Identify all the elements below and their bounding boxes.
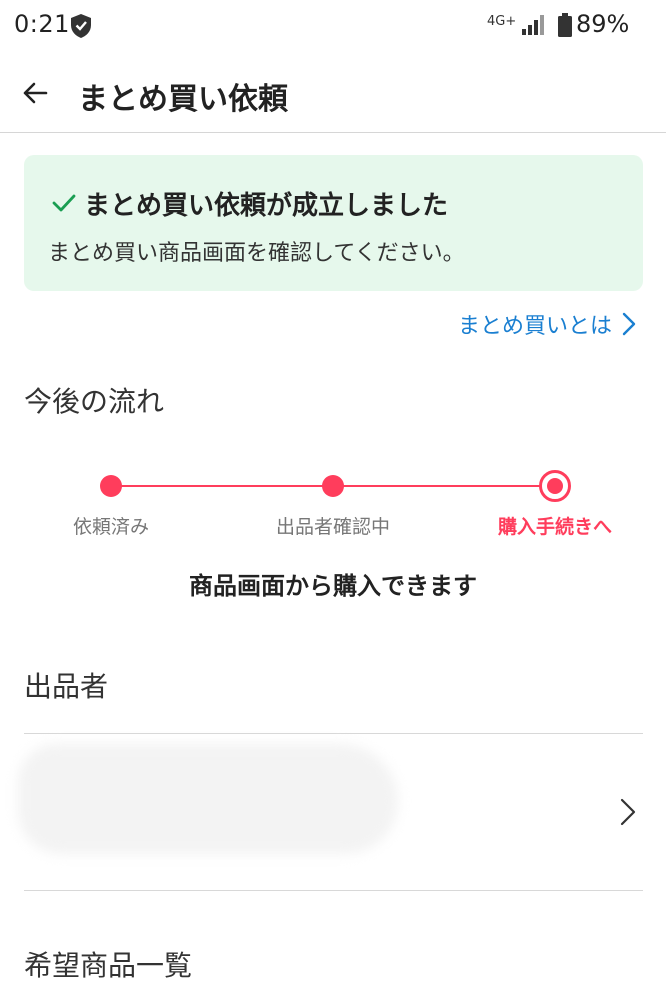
flow-step-label-2: 出品者確認中 — [275, 516, 390, 538]
shield-icon — [71, 14, 91, 38]
back-arrow-icon[interactable] — [22, 80, 48, 106]
divider — [24, 890, 643, 891]
success-banner: まとめ買い依頼が成立しました まとめ買い商品画面を確認してください。 — [24, 155, 643, 291]
check-icon — [52, 194, 76, 212]
battery-icon — [558, 13, 572, 37]
signal-icon — [522, 15, 544, 35]
flow-heading: 今後の流れ — [24, 385, 165, 418]
flow-step-dot-1 — [100, 475, 122, 497]
flow-step-label-1: 依頼済み — [72, 516, 149, 538]
app-header: まとめ買い依頼 — [0, 54, 666, 133]
network-type: 4G+ — [487, 14, 517, 29]
seller-info-redacted — [18, 744, 398, 854]
battery-percentage: 89% — [576, 10, 630, 38]
flow-caption: 商品画面から購入できます — [189, 572, 477, 600]
seller-row[interactable] — [0, 734, 666, 890]
status-time: 0:21 — [14, 10, 70, 38]
success-title: まとめ買い依頼が成立しました — [84, 191, 449, 221]
flow-step-dot-current — [539, 470, 571, 502]
seller-heading: 出品者 — [24, 670, 109, 703]
about-link-label: まとめ買いとは — [457, 314, 612, 339]
items-heading: 希望商品一覧 — [24, 949, 193, 982]
page-title: まとめ買い依頼 — [78, 82, 288, 117]
chevron-right-icon — [620, 798, 636, 826]
success-message: まとめ買い商品画面を確認してください。 — [48, 241, 465, 266]
about-bulk-purchase-link[interactable]: まとめ買いとは — [458, 308, 636, 340]
chevron-right-icon — [622, 312, 636, 336]
flow-step-dot-2 — [322, 475, 344, 497]
status-bar: 0:21 4G+ 89% — [0, 0, 666, 54]
flow-step-label-current: 購入手続きへ — [497, 516, 612, 538]
